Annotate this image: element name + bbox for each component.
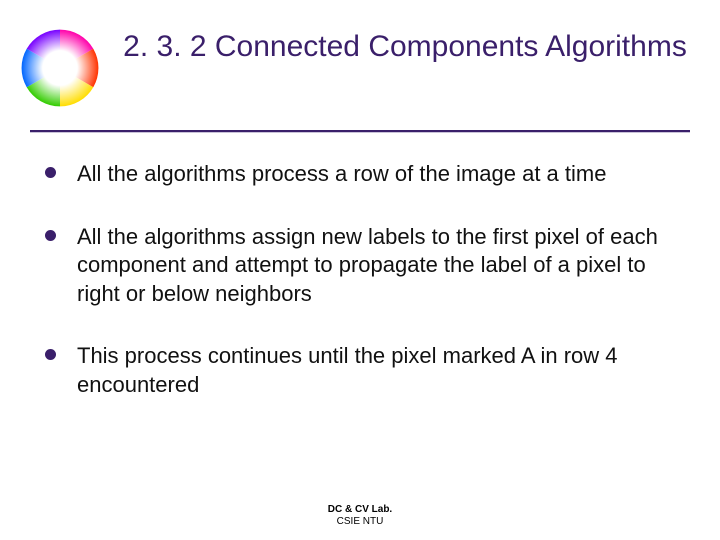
- bullet-text: All the algorithms assign new labels to …: [77, 224, 658, 306]
- slide-body: All the algorithms process a row of the …: [45, 160, 685, 490]
- slide: 2. 3. 2 Connected Components Algorithms …: [0, 0, 720, 540]
- footer-line-2: CSIE NTU: [0, 516, 720, 528]
- slide-title: 2. 3. 2 Connected Components Algorithms: [120, 28, 690, 66]
- color-wheel-icon: [20, 28, 100, 108]
- bullet-text: All the algorithms process a row of the …: [77, 161, 606, 186]
- slide-footer: DC & CV Lab. CSIE NTU: [0, 504, 720, 528]
- bullet-text: This process continues until the pixel m…: [77, 343, 618, 397]
- title-underline: [30, 130, 690, 132]
- bullet-icon: [45, 349, 56, 360]
- list-item: All the algorithms assign new labels to …: [45, 223, 685, 309]
- list-item: This process continues until the pixel m…: [45, 342, 685, 399]
- list-item: All the algorithms process a row of the …: [45, 160, 685, 189]
- bullet-icon: [45, 167, 56, 178]
- bullet-icon: [45, 230, 56, 241]
- footer-line-1: DC & CV Lab.: [0, 504, 720, 516]
